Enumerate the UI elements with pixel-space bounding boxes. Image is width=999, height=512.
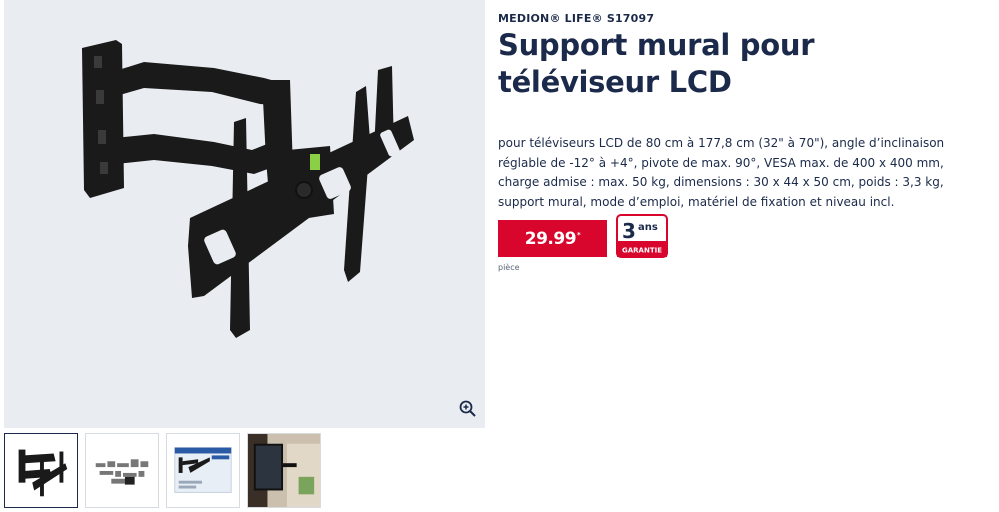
warranty-label: GARANTIE [622,247,662,255]
product-main-image[interactable] [4,0,485,428]
price-footnote-marker: * [577,230,581,239]
price-unit: pièce [498,263,520,272]
thumbnail-accessories[interactable] [85,433,159,508]
price-value: 29.99 [524,228,577,249]
thumbnail-installed[interactable] [247,433,321,508]
product-gallery [4,0,485,428]
price-badge: 29.99 * [498,220,607,257]
product-title: Support mural pour téléviseur LCD [498,28,815,99]
product-description: pour téléviseurs LCD de 80 cm à 177,8 cm… [498,136,945,209]
zoom-in-icon[interactable] [458,399,478,419]
product-brand: MEDION® LIFE® S17097 [498,12,655,25]
warranty-number: 3 [622,219,636,243]
warranty-badge: 3 ans GARANTIE [616,214,668,258]
thumbnail-packaging[interactable] [166,433,240,508]
thumbnail-wall-mount[interactable] [4,433,78,508]
warranty-unit: ans [638,222,658,233]
